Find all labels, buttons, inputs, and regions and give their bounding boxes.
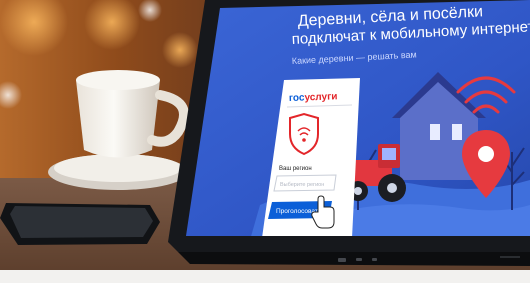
phone-on-table [0, 203, 160, 245]
photo-scene: Деревни, сёла и посёлки подключат к моби… [0, 0, 530, 283]
logo-gos: гос [289, 92, 305, 104]
tablet-screen: Деревни, сёла и посёлки подключат к моби… [186, 0, 530, 236]
svg-text:госуслуги: госуслуги [289, 91, 338, 104]
region-select[interactable]: Выберите регион [273, 174, 337, 192]
region-label: Ваш регион [279, 166, 312, 172]
logo-uslugi: услуги [304, 91, 337, 103]
region-placeholder: Выберите регион [280, 182, 324, 188]
